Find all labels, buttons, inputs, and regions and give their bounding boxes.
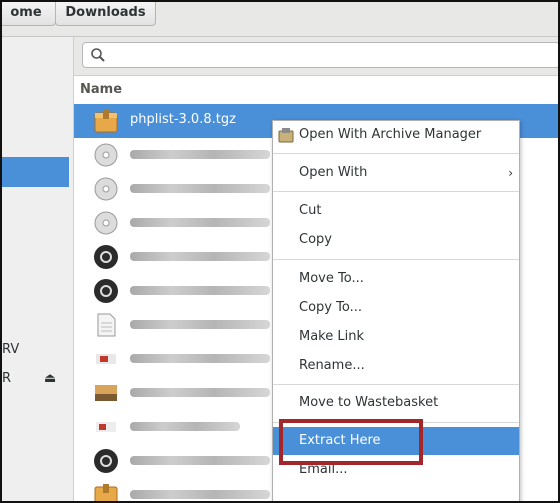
- path-bar: ome Downloads: [2, 2, 558, 37]
- image-thumbnail-icon: [96, 354, 116, 364]
- search-icon: [91, 48, 105, 62]
- file-manager-window: ome Downloads RV R ⏏ Name phplist-3.0.8.…: [0, 0, 560, 503]
- image-thumbnail-icon: [94, 449, 118, 473]
- blurred-file-name: [130, 286, 270, 295]
- blurred-file-name: [130, 490, 270, 499]
- column-name-header[interactable]: Name: [80, 82, 122, 97]
- sidebar-label: RV: [2, 342, 20, 357]
- menu-item-move-to-wastebasket[interactable]: Move to Wastebasket: [273, 389, 519, 417]
- blurred-file-name: [130, 456, 270, 465]
- image-thumbnail-icon: [96, 422, 116, 432]
- sidebar: RV R ⏏: [2, 37, 74, 501]
- menu-item-copy[interactable]: Copy: [273, 226, 519, 254]
- menu-item-label: Open With Archive Manager: [299, 127, 482, 142]
- menu-item-label: Make Link: [299, 329, 364, 344]
- menu-separator: [273, 259, 519, 260]
- annotation-highlight-box: [279, 419, 423, 465]
- image-thumbnail-icon: [95, 385, 117, 401]
- blurred-file-name: [130, 218, 270, 227]
- image-thumbnail-icon: [94, 245, 118, 269]
- sidebar-item-selected[interactable]: [2, 157, 69, 187]
- eject-icon[interactable]: ⏏: [44, 371, 56, 386]
- menu-item-make-link[interactable]: Make Link: [273, 323, 519, 351]
- menu-item-open-with[interactable]: Open With ›: [273, 159, 519, 187]
- blurred-file-name: [130, 252, 270, 261]
- disc-image-icon: [94, 177, 118, 201]
- blurred-file-name: [130, 320, 270, 329]
- column-header: Name: [74, 76, 558, 105]
- search-input[interactable]: [82, 42, 558, 68]
- menu-item-copy-to[interactable]: Copy To...: [273, 294, 519, 322]
- blurred-file-name: [130, 150, 270, 159]
- menu-item-label: Copy To...: [299, 300, 362, 315]
- menu-item-label: Move to Wastebasket: [299, 395, 439, 410]
- menu-item-label: Move To...: [299, 271, 364, 286]
- menu-item-label: Rename...: [299, 358, 365, 373]
- breadcrumb-home[interactable]: ome: [2, 2, 56, 26]
- search-bar: [74, 37, 558, 76]
- menu-item-move-to[interactable]: Move To...: [273, 265, 519, 293]
- menu-separator: [273, 191, 519, 192]
- archive-package-icon: [94, 110, 118, 133]
- menu-separator: [273, 153, 519, 154]
- document-icon: [97, 313, 116, 337]
- menu-item-label: Cut: [299, 203, 322, 218]
- archive-manager-icon: [278, 128, 294, 143]
- menu-item-cut[interactable]: Cut: [273, 197, 519, 225]
- blurred-file-name: [130, 354, 270, 363]
- menu-separator: [273, 384, 519, 385]
- breadcrumb-downloads[interactable]: Downloads: [55, 2, 156, 26]
- menu-item-label: Copy: [299, 232, 332, 247]
- menu-item-rename[interactable]: Rename...: [273, 352, 519, 380]
- archive-package-icon: [94, 484, 118, 501]
- submenu-arrow-icon: ›: [508, 166, 513, 180]
- disc-image-icon: [94, 211, 118, 235]
- blurred-file-name: [130, 388, 270, 397]
- menu-item-label: Open With: [299, 165, 368, 180]
- menu-item-open-with-archive-manager[interactable]: Open With Archive Manager: [273, 121, 519, 149]
- disc-image-icon: [94, 143, 118, 167]
- file-name: phplist-3.0.8.tgz: [130, 112, 236, 127]
- image-thumbnail-icon: [94, 279, 118, 303]
- blurred-file-name: [130, 422, 240, 431]
- sidebar-label: R: [2, 371, 12, 386]
- blurred-file-name: [130, 184, 270, 193]
